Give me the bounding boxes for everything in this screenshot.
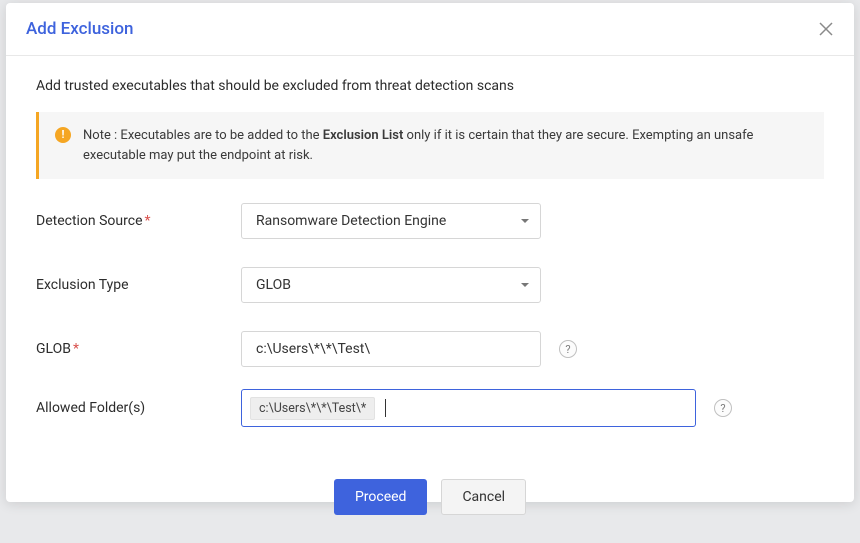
modal-header: Add Exclusion — [6, 3, 854, 56]
add-exclusion-modal: Add Exclusion Add trusted executables th… — [6, 3, 854, 502]
detection-source-row: Detection Source* Ransomware Detection E… — [36, 203, 824, 239]
detection-source-label-text: Detection Source — [36, 213, 143, 229]
exclusion-type-label: Exclusion Type — [36, 277, 241, 293]
cancel-button[interactable]: Cancel — [441, 479, 526, 515]
note-bold: Exclusion List — [323, 128, 404, 143]
help-icon[interactable]: ? — [559, 340, 577, 358]
warning-icon: ! — [55, 127, 71, 143]
required-mark: * — [73, 341, 79, 357]
allowed-folders-label: Allowed Folder(s) — [36, 400, 241, 416]
exclusion-type-row: Exclusion Type GLOB — [36, 267, 824, 303]
help-icon[interactable]: ? — [714, 399, 732, 417]
allowed-folders-input[interactable]: c:\Users\*\*\Test\* — [241, 389, 696, 427]
close-icon[interactable] — [818, 21, 834, 37]
glob-input[interactable] — [241, 331, 541, 367]
detection-source-value: Ransomware Detection Engine — [241, 203, 541, 239]
exclusion-type-value: GLOB — [241, 267, 541, 303]
modal-footer: Proceed Cancel — [36, 455, 824, 543]
modal-body: Add trusted executables that should be e… — [6, 56, 854, 543]
allowed-folders-row: Allowed Folder(s) c:\Users\*\*\Test\* ? — [36, 389, 824, 427]
intro-text: Add trusted executables that should be e… — [36, 78, 824, 94]
detection-source-label: Detection Source* — [36, 213, 241, 229]
note-box: ! Note : Executables are to be added to … — [36, 112, 824, 179]
note-prefix: Note : Executables are to be added to th… — [83, 128, 323, 143]
modal-title: Add Exclusion — [26, 19, 134, 39]
glob-label: GLOB* — [36, 341, 241, 357]
exclusion-type-dropdown[interactable]: GLOB — [241, 267, 541, 303]
glob-label-text: GLOB — [36, 341, 71, 357]
glob-row: GLOB* ? — [36, 331, 824, 367]
proceed-button[interactable]: Proceed — [334, 479, 428, 515]
detection-source-dropdown[interactable]: Ransomware Detection Engine — [241, 203, 541, 239]
note-text: Note : Executables are to be added to th… — [83, 126, 808, 165]
folder-tag[interactable]: c:\Users\*\*\Test\* — [250, 397, 375, 420]
required-mark: * — [145, 213, 151, 229]
text-cursor — [385, 399, 386, 417]
